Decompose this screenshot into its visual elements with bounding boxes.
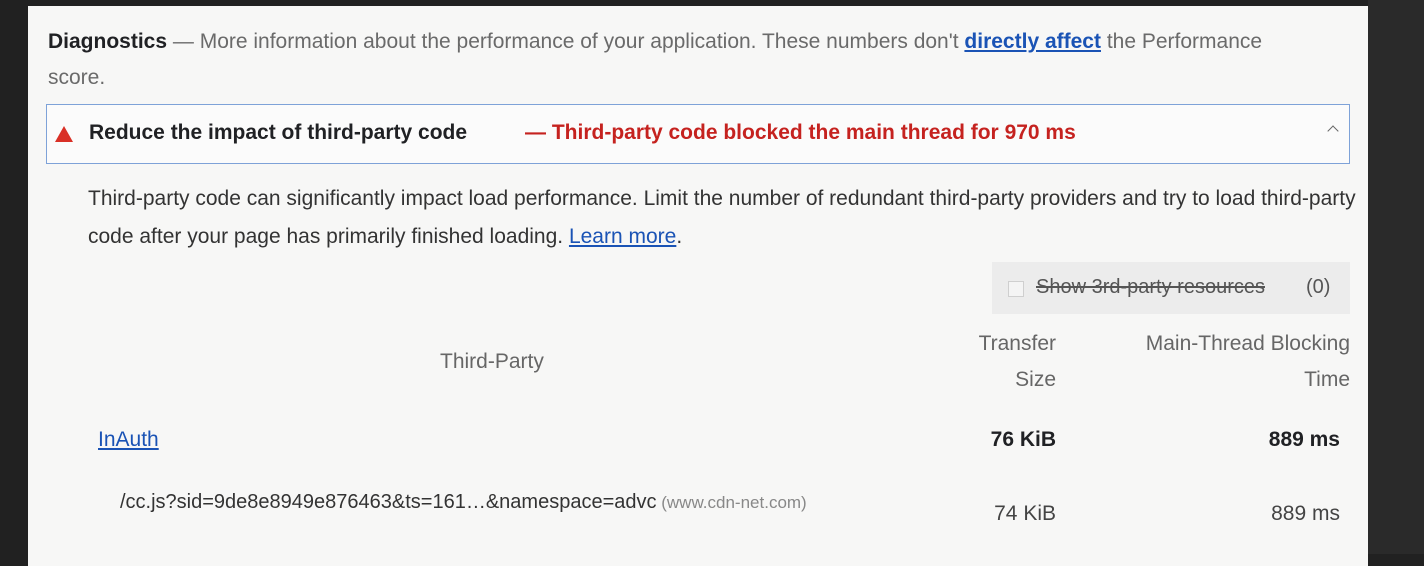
transfer-size-header-line-2: Size [1015, 368, 1056, 391]
entity-link-inauth[interactable]: InAuth [98, 428, 159, 452]
third-party-count: (0) [1306, 276, 1331, 298]
resource-url-path: /cc.js?sid=9de8e8949e876463&ts=161…&name… [120, 491, 657, 513]
entity-transfer-size: 76 KiB [990, 428, 1056, 451]
lighthouse-report-panel: Diagnostics — More information about the… [28, 6, 1368, 566]
third-party-audit-header[interactable]: Reduce the impact of third-party code — … [46, 104, 1350, 164]
third-party-filter: Show 3rd-party resources (0) [992, 262, 1350, 314]
audit-title: Reduce the impact of third-party code [89, 121, 468, 144]
description-period: . [676, 225, 683, 248]
audit-description: Third-party code can significantly impac… [88, 180, 1358, 256]
blocking-time-header-line-2: Time [1304, 368, 1350, 391]
resource-url: /cc.js?sid=9de8e8949e876463&ts=161…&name… [120, 484, 880, 521]
column-header-third-party: Third-Party [440, 350, 544, 373]
chevron-up-icon[interactable] [1327, 125, 1339, 137]
diagnostics-text: More information about the performance o… [199, 30, 965, 53]
diagnostics-heading: Diagnostics [48, 30, 168, 53]
window-background [1368, 0, 1424, 554]
transfer-size-header-line-1: Transfer [978, 332, 1056, 355]
learn-more-link[interactable]: Learn more [569, 225, 676, 248]
resource-transfer-size: 74 KiB [994, 502, 1056, 525]
show-3rd-party-label[interactable]: Show 3rd-party resources [1036, 276, 1265, 299]
column-header-transfer-size: Transfer Size [908, 326, 1056, 398]
resource-url-host: (www.cdn-net.com) [656, 493, 807, 512]
diagnostics-intro: Diagnostics — More information about the… [48, 24, 1298, 96]
warning-triangle-icon [55, 126, 73, 142]
diagnostics-dash: — [167, 30, 200, 53]
show-3rd-party-checkbox[interactable] [1008, 281, 1024, 297]
audit-description-text: Third-party code can significantly impac… [88, 187, 1356, 248]
blocking-time-header-line-1: Main-Thread Blocking [1145, 332, 1350, 355]
directly-affect-link[interactable]: directly affect [964, 30, 1101, 53]
entity-blocking-time: 889 ms [1268, 428, 1340, 451]
resource-blocking-time: 889 ms [1271, 502, 1340, 525]
audit-display-value: — Third-party code blocked the main thre… [525, 121, 1076, 144]
column-header-blocking-time: Main-Thread Blocking Time [1108, 326, 1350, 398]
